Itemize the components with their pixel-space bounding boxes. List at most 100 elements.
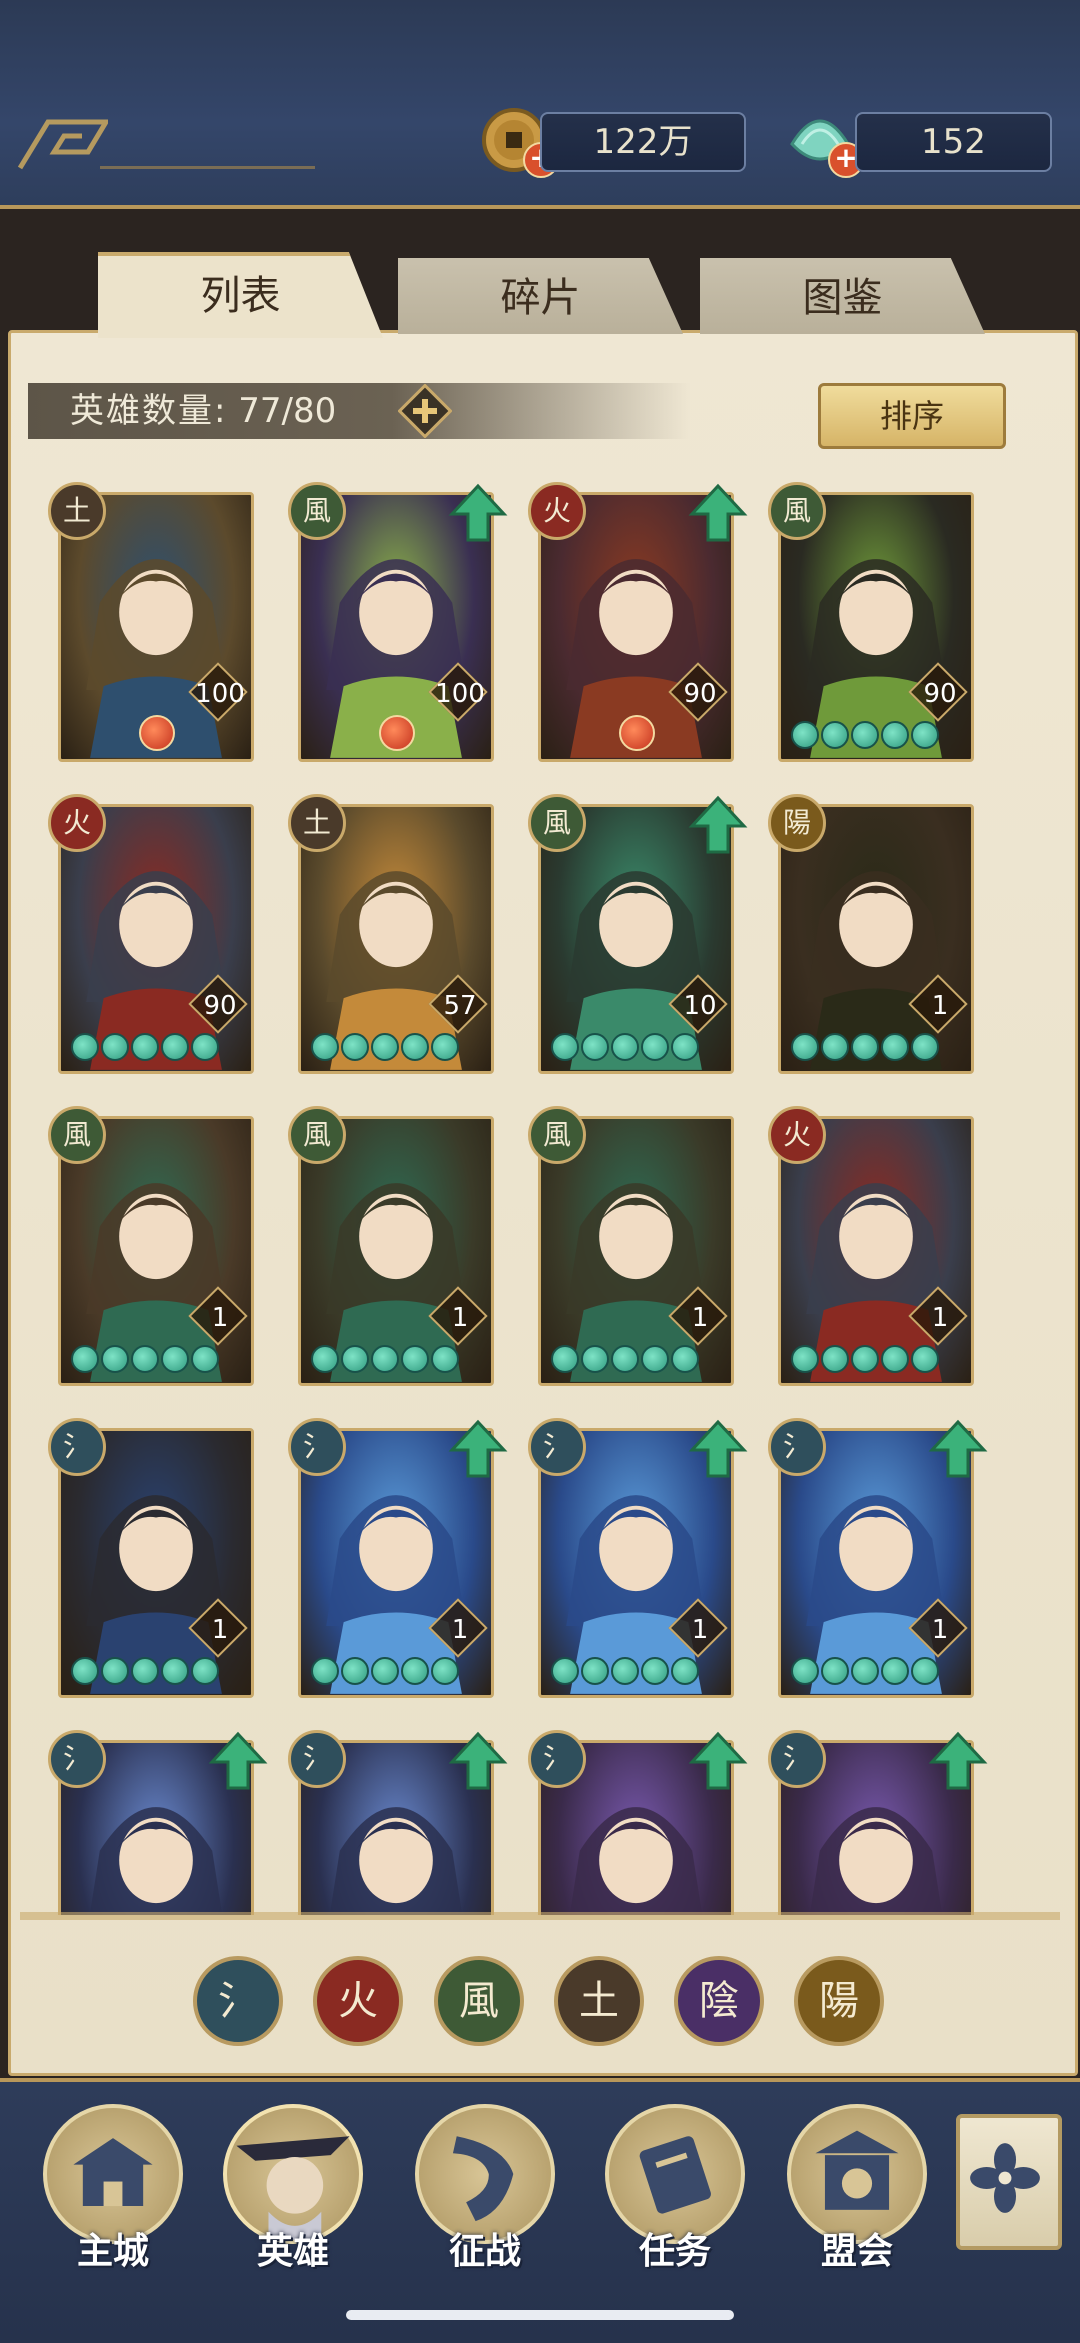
jade-star-icon [611,1033,639,1061]
upgrade-arrow-icon [928,1731,988,1790]
upgrade-arrow-icon [928,1419,988,1478]
element-badge-water: 氵 [48,1730,106,1788]
star-rating [551,1657,699,1687]
star-rating [551,1033,699,1063]
jade-star-icon [431,1033,459,1061]
hero-level: 90 [203,991,237,1021]
home-indicator [346,2310,734,2320]
jade-star-icon [311,1345,339,1373]
jade-balance: 152 [855,112,1052,172]
element-badge-wind: 風 [288,482,346,540]
nav-label: 征战 [448,2231,521,2272]
hero-grid: 100 土 100 風 90 火 90 風 90 火 57 土 10 風 1 陽 1 風 1 風 1 風 1 火 1 氵 1 氵 1 氵 1… [20,470,1060,1915]
jade-star-icon [641,1033,669,1061]
element-badge-wind: 風 [528,794,586,852]
jade-star-icon [371,1033,399,1061]
jade-star-icon [881,721,909,749]
element-badge-water: 氵 [768,1418,826,1476]
jade-star-icon [671,1657,699,1685]
jade-star-icon [581,1657,609,1685]
jade-star-icon [551,1345,579,1373]
element-badge-earth: 土 [288,794,346,852]
hero-level: 57 [443,991,477,1021]
star-rating [71,1657,219,1687]
filter-yin-button[interactable]: 陰 [674,1956,764,2046]
tab-fragments[interactable]: 碎片 [398,258,683,334]
upgrade-arrow-icon [688,1731,748,1790]
jade-star-icon [881,1657,909,1685]
star-rating [311,1345,459,1375]
awaken-orb-icon [619,715,655,751]
filter-fire-button[interactable]: 火 [313,1956,403,2046]
filter-earth-button[interactable]: 土 [554,1956,644,2046]
grid-divider [20,1912,1060,1920]
nav-campaign[interactable]: 征战 [410,2104,560,2274]
upgrade-arrow-icon [448,1731,508,1790]
tab-codex[interactable]: 图鉴 [700,258,985,334]
jade-star-icon [821,1033,849,1061]
jade-star-icon [641,1345,669,1373]
filter-water-button[interactable]: 氵 [193,1956,283,2046]
star-rating [71,1033,219,1063]
jade-star-icon [101,1345,129,1373]
jade-star-icon [71,1345,99,1373]
jade-star-icon [161,1033,189,1061]
jade-star-icon [911,1657,939,1685]
menu-flower-icon [970,2143,1040,2213]
element-badge-fire: 火 [528,482,586,540]
filter-yang-button[interactable]: 陽 [794,1956,884,2046]
jade-star-icon [821,1345,849,1373]
jade-star-icon [131,1345,159,1373]
jade-star-icon [341,1345,369,1373]
hero-level: 1 [691,1615,709,1645]
sort-button[interactable]: 排序 [818,383,1006,449]
nav-label: 主城 [76,2231,149,2272]
jade-star-icon [341,1657,369,1685]
upgrade-arrow-icon [688,795,748,854]
nav-label: 任务 [638,2231,711,2272]
jade-star-icon [791,1345,819,1373]
jade-star-icon [431,1657,459,1685]
jade-star-icon [911,1033,939,1061]
jade-star-icon [821,1657,849,1685]
jade-star-icon [791,721,819,749]
jade-star-icon [431,1345,459,1373]
element-badge-water: 氵 [288,1730,346,1788]
star-rating [791,1657,939,1687]
expand-capacity-button[interactable] [398,384,452,438]
upgrade-arrow-icon [688,483,748,542]
hero-count-label: 英雄数量: [70,391,228,431]
hero-count-value: 77/80 [238,391,337,431]
element-badge-fire: 火 [48,794,106,852]
jade-star-icon [581,1033,609,1061]
nav-alliance[interactable]: 盟会 [782,2104,932,2274]
jade-star-icon [131,1033,159,1061]
jade-star-icon [311,1657,339,1685]
jade-star-icon [131,1657,159,1685]
element-badge-fire: 火 [768,1106,826,1164]
jade-star-icon [911,721,939,749]
tab-list[interactable]: 列表 [98,252,383,338]
more-menu-button[interactable] [956,2114,1062,2250]
star-rating [791,721,939,751]
jade-star-icon [101,1033,129,1061]
jade-star-icon [401,1033,429,1061]
hero-level: 100 [435,679,485,709]
title-divider [100,166,315,169]
hero-level: 1 [931,991,949,1021]
nav-label: 英雄 [256,2231,329,2272]
jade-star-icon [641,1657,669,1685]
nav-main-city[interactable]: 主城 [38,2104,188,2274]
star-rating [791,1345,939,1375]
element-badge-wind: 風 [288,1106,346,1164]
filter-wind-button[interactable]: 風 [434,1956,524,2046]
hero-level: 1 [931,1303,949,1333]
jade-star-icon [71,1657,99,1685]
nav-heroes[interactable]: 英雄 [218,2104,368,2274]
star-rating [311,1033,459,1063]
element-badge-water: 氵 [288,1418,346,1476]
upgrade-arrow-icon [448,1419,508,1478]
nav-quests[interactable]: 任务 [600,2104,750,2274]
jade-star-icon [851,721,879,749]
awaken-orb-icon [139,715,175,751]
